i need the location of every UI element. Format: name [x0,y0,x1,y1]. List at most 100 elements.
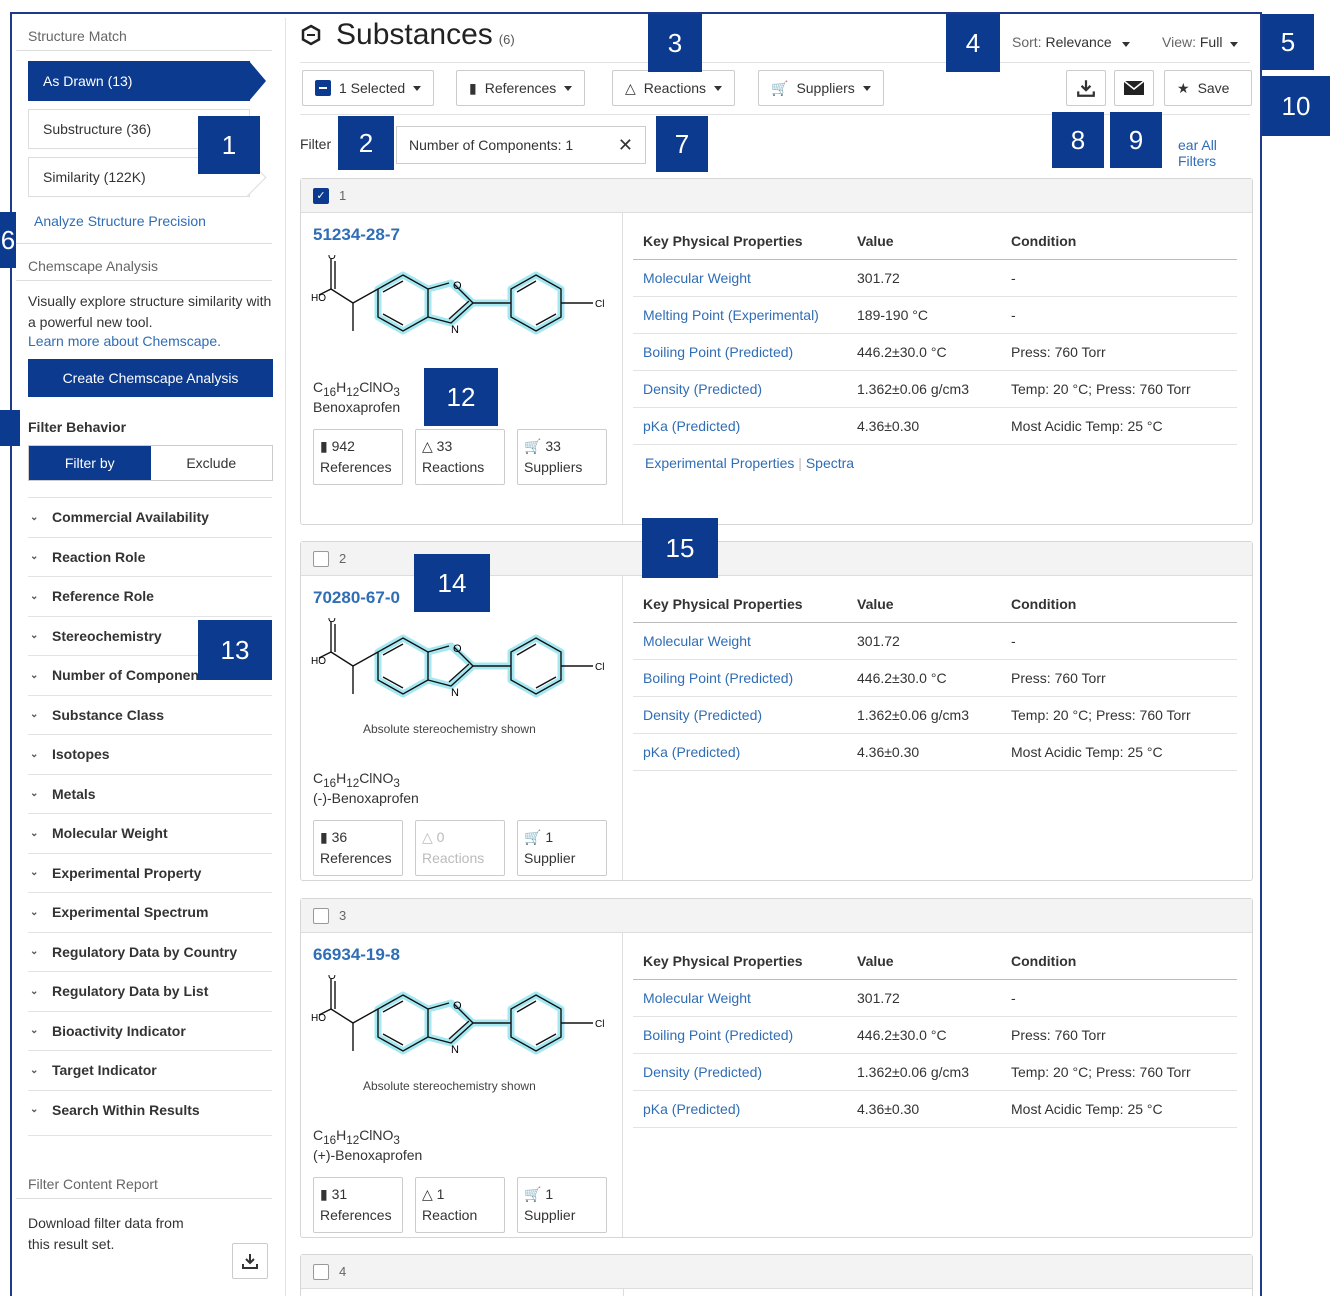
annotation-marker: 9 [1110,112,1162,168]
result-card: 3 66934-19-8 Absolute stereochemistry show… [300,898,1253,1238]
property-condition: Temp: 20 °C; Press: 760 Torr [1011,381,1191,397]
facet-metals[interactable]: ⌄ Metals [28,773,272,814]
molecular-formula: C16H12ClNO3 [313,379,400,399]
property-value: 4.36±0.30 [857,744,920,760]
facet-experimental-property[interactable]: ⌄ Experimental Property [28,852,272,893]
references-dropdown[interactable]: ▮ References [456,70,586,106]
structure-image[interactable] [311,618,611,708]
property-name-link[interactable]: pKa (Predicted) [643,744,857,760]
reactions-count-button[interactable]: △ 33 Reactions [415,429,505,485]
reactions-count-button[interactable]: △ 1 Reaction [415,1177,505,1233]
select-checkbox[interactable] [313,907,329,924]
create-chemscape-button[interactable]: Create Chemscape Analysis [28,359,273,397]
report-download-button[interactable] [232,1243,268,1279]
facet-reaction-role[interactable]: ⌄ Reaction Role [28,536,272,577]
suppliers-count-button[interactable]: 🛒 33 Suppliers [517,429,607,485]
suppliers-dropdown[interactable]: 🛒 Suppliers [758,70,884,106]
property-value: 1.362±0.06 g/cm3 [857,1064,969,1080]
property-name-link[interactable]: Boiling Point (Predicted) [643,344,857,360]
suppliers-count-button[interactable]: 🛒 1 Supplier [517,820,607,876]
substance-name: (+)-Benoxaprofen [313,1147,423,1163]
references-count-button[interactable]: ▮ 942 References [313,429,403,485]
chemscape-learn-link[interactable]: Learn more about Chemscape. [28,333,221,349]
property-name-link[interactable]: Density (Predicted) [643,1064,857,1080]
facet-target-indicator[interactable]: ⌄ Target Indicator [28,1050,272,1090]
facet-search-within-results[interactable]: ⌄ Search Within Results [28,1089,272,1130]
facet-reference-role[interactable]: ⌄ Reference Role [28,576,272,616]
molecular-formula: C16H12ClNO3 [313,1127,400,1147]
spectra-link[interactable]: Spectra [806,455,854,471]
structure-match-heading: Structure Match [16,18,272,51]
reactions-count-button[interactable]: △ 0 Reactions [415,820,505,876]
references-count-button[interactable]: ▮ 31 References [313,1177,403,1233]
page-title: Substances [336,18,493,51]
annotation-marker: 2 [338,116,394,170]
property-name-link[interactable]: Molecular Weight [643,990,857,1006]
match-as-drawn[interactable]: As Drawn (13) [28,61,266,101]
property-name-link[interactable]: Density (Predicted) [643,381,857,397]
remove-filter-icon[interactable]: ✕ [618,135,633,156]
facet-isotopes[interactable]: ⌄ Isotopes [28,734,272,774]
property-name-link[interactable]: Boiling Point (Predicted) [643,1027,857,1043]
save-button[interactable]: ★ Save [1164,70,1252,106]
property-name-link[interactable]: pKa (Predicted) [643,418,857,434]
property-links: Experimental Properties | Spectra [645,455,855,471]
select-checkbox[interactable] [313,1263,329,1280]
email-button[interactable] [1114,70,1154,106]
property-name-link[interactable]: pKa (Predicted) [643,1101,857,1117]
property-name-link[interactable]: Boiling Point (Predicted) [643,670,857,686]
property-name-link[interactable]: Molecular Weight [643,633,857,649]
property-name-link[interactable]: Molecular Weight [643,270,857,286]
cas-number-link[interactable]: 51234-28-7 [313,225,400,245]
structure-image[interactable] [311,255,611,345]
property-condition: - [1011,990,1016,1006]
filter-report-text: Download filter data from this result se… [28,1215,184,1252]
select-checkbox[interactable] [313,550,329,567]
facet-regulatory-data-by-country[interactable]: ⌄ Regulatory Data by Country [28,931,272,972]
property-value: 301.72 [857,270,900,286]
selected-dropdown[interactable]: 1 Selected [302,70,435,106]
annotation-marker: 13 [198,620,272,680]
clear-all-filters-link[interactable]: ear All Filters [1178,137,1254,169]
references-count-button[interactable]: ▮ 36 References [313,820,403,876]
filter-by-option[interactable]: Filter by [29,446,151,480]
structure-image[interactable] [311,975,611,1065]
experimental-properties-link[interactable]: Experimental Properties [645,455,794,471]
facet-substance-class[interactable]: ⌄ Substance Class [28,694,272,735]
book-icon: ▮ [469,79,477,96]
annotation-marker: 3 [648,14,702,72]
cas-number-link[interactable]: 70280-67-0 [313,588,400,608]
download-icon [1077,80,1095,97]
exclude-option[interactable]: Exclude [151,446,273,480]
properties-header: Key Physical Properties Value Condition [633,223,1237,260]
chevron-down-icon: ⌄ [30,511,39,523]
annotation-marker: 14 [414,554,490,612]
property-value: 1.362±0.06 g/cm3 [857,381,969,397]
facet-molecular-weight[interactable]: ⌄ Molecular Weight [28,813,272,853]
facet-experimental-spectrum[interactable]: ⌄ Experimental Spectrum [28,892,272,932]
chevron-down-icon: ⌄ [30,788,39,800]
suppliers-count-button[interactable]: 🛒 1 Supplier [517,1177,607,1233]
reactions-dropdown[interactable]: △ Reactions [612,70,736,106]
property-condition: - [1011,307,1016,323]
sort-control[interactable]: Sort: Relevance [1012,34,1130,50]
property-value: 4.36±0.30 [857,418,920,434]
cart-icon: 🛒 [524,829,542,845]
substance-name: Benoxaprofen [313,399,401,415]
flask-icon: △ [625,79,636,96]
property-condition: - [1011,633,1016,649]
cas-number-link[interactable]: 66934-19-8 [313,945,400,965]
property-name-link[interactable]: Density (Predicted) [643,707,857,723]
facet-regulatory-data-by-list[interactable]: ⌄ Regulatory Data by List [28,971,272,1011]
property-name-link[interactable]: Melting Point (Experimental) [643,307,857,323]
chevron-down-icon: ⌄ [30,906,39,918]
analyze-precision-link[interactable]: Analyze Structure Precision [34,213,206,229]
facet-bioactivity-indicator[interactable]: ⌄ Bioactivity Indicator [28,1010,272,1051]
property-condition: - [1011,270,1016,286]
facet-commercial-availability[interactable]: ⌄ Commercial Availability [28,497,272,537]
substance-summary: 70280-67-0 Absolute stereochemistry shown… [301,576,623,880]
substance-summary: 66934-19-8 Absolute stereochemistry shown… [301,933,623,1237]
download-button[interactable] [1066,70,1106,106]
view-control[interactable]: View: Full [1162,34,1239,50]
select-checkbox[interactable]: ✓ [313,187,329,204]
